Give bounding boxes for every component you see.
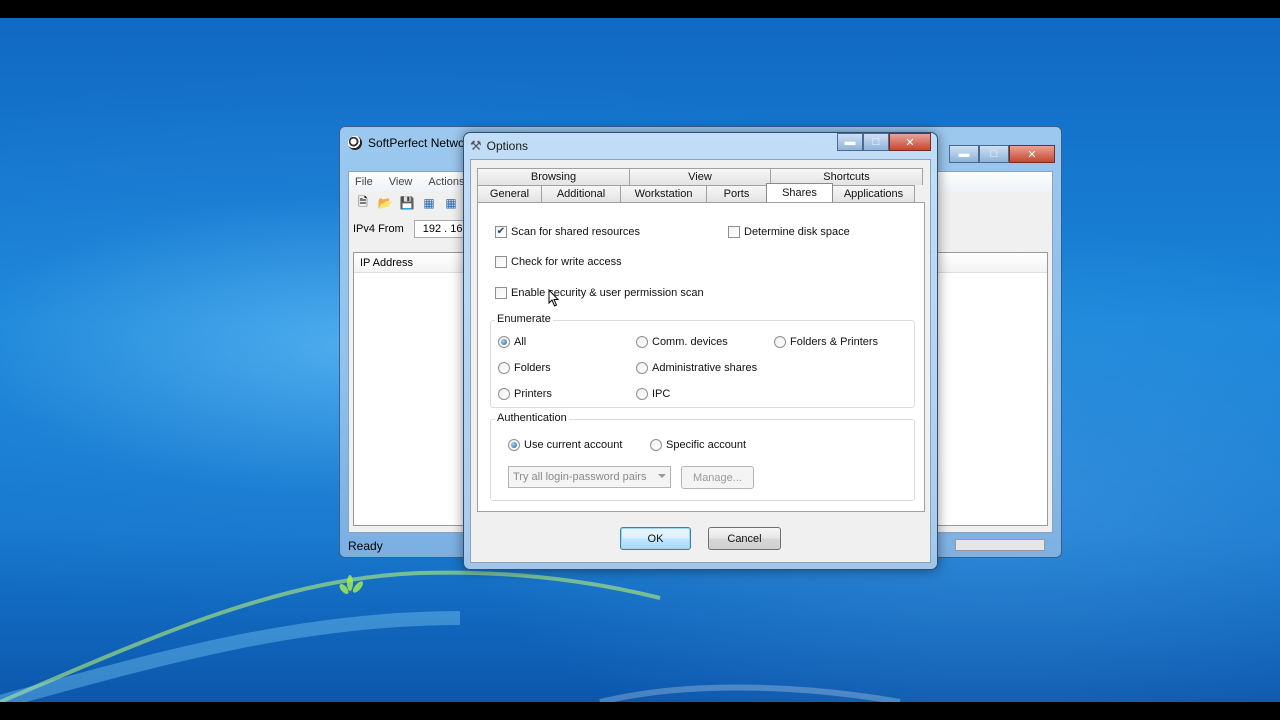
menu-file[interactable]: File bbox=[355, 176, 373, 188]
checkbox-checked-icon[interactable]: ✔ bbox=[495, 226, 507, 238]
radio-unselected-icon[interactable] bbox=[498, 388, 510, 400]
radio-folders-printers-label: Folders & Printers bbox=[790, 336, 879, 348]
login-password-combo[interactable]: Try all login-password pairs bbox=[508, 466, 671, 488]
options-caption-buttons: ▬ □ ✕ bbox=[837, 133, 931, 151]
shares-tab-panel: ✔ Scan for shared resources Determine di… bbox=[477, 202, 925, 512]
new-file-icon[interactable]: 🗎 bbox=[355, 195, 371, 211]
open-folder-icon[interactable]: 📂 bbox=[377, 195, 393, 211]
status-text: Ready bbox=[348, 539, 383, 553]
scan-shared-checkbox[interactable]: ✔ Scan for shared resources bbox=[495, 226, 640, 238]
radio-printers-label: Printers bbox=[514, 388, 552, 400]
ip-from-label: IPv4 From bbox=[353, 223, 404, 235]
radio-specific-account[interactable]: Specific account bbox=[650, 439, 746, 451]
tools-icon: ⚒ bbox=[470, 138, 482, 153]
tab-applications[interactable]: Applications bbox=[832, 185, 915, 202]
radio-unselected-icon[interactable] bbox=[498, 362, 510, 374]
close-icon[interactable]: ✕ bbox=[1009, 145, 1055, 163]
determine-disk-label: Determine disk space bbox=[744, 226, 850, 238]
bg-window-titlebar: SoftPerfect Networ bbox=[348, 133, 469, 153]
tab-shares[interactable]: Shares bbox=[766, 183, 833, 202]
tab-additional[interactable]: Additional bbox=[541, 185, 621, 202]
specific-account-label: Specific account bbox=[666, 439, 747, 451]
radio-folders-printers[interactable]: Folders & Printers bbox=[774, 336, 878, 348]
close-icon[interactable]: ✕ bbox=[889, 133, 931, 151]
save-icon[interactable]: 💾 bbox=[399, 195, 415, 211]
options-title: Options bbox=[486, 139, 529, 153]
tab-general[interactable]: General bbox=[477, 185, 542, 202]
maximize-icon[interactable]: □ bbox=[863, 133, 889, 151]
radio-use-current-account[interactable]: Use current account bbox=[508, 439, 622, 451]
bg-window-title: SoftPerfect Networ bbox=[368, 136, 469, 150]
authentication-legend: Authentication bbox=[495, 412, 569, 424]
radio-printers[interactable]: Printers bbox=[498, 388, 552, 400]
write-access-label: Check for write access bbox=[511, 256, 622, 268]
enumerate-group: Enumerate All Comm. devices Folders & Pr… bbox=[490, 313, 915, 408]
radio-comm-devices-label: Comm. devices bbox=[652, 336, 728, 348]
write-access-checkbox[interactable]: Check for write access bbox=[495, 256, 622, 268]
menu-actions[interactable]: Actions bbox=[428, 176, 464, 188]
checkbox-unchecked-icon[interactable] bbox=[495, 256, 507, 268]
mouse-cursor-icon bbox=[548, 289, 560, 307]
security-scan-checkbox[interactable]: Enable security & user permission scan bbox=[495, 287, 704, 299]
combo-value: Try all login-password pairs bbox=[513, 471, 647, 483]
status-progress bbox=[955, 539, 1045, 551]
options-titlebar: ⚒ Options bbox=[470, 135, 528, 157]
enumerate-legend: Enumerate bbox=[495, 313, 553, 325]
checkbox-unchecked-icon[interactable] bbox=[495, 287, 507, 299]
tab-workstation[interactable]: Workstation bbox=[620, 185, 707, 202]
use-current-account-label: Use current account bbox=[524, 439, 623, 451]
list-icon[interactable]: ▦ bbox=[421, 195, 437, 211]
radio-unselected-icon[interactable] bbox=[650, 439, 662, 451]
radio-unselected-icon[interactable] bbox=[636, 336, 648, 348]
tab-row-bottom: General Additional Workstation Ports Sha… bbox=[477, 183, 915, 202]
tab-view[interactable]: View bbox=[629, 168, 771, 185]
options-client-area: Browsing View Shortcuts General Addition… bbox=[470, 159, 931, 563]
radio-folders[interactable]: Folders bbox=[498, 362, 551, 374]
tab-ports[interactable]: Ports bbox=[706, 185, 767, 202]
radio-all[interactable]: All bbox=[498, 336, 526, 348]
radio-all-label: All bbox=[514, 336, 527, 348]
radio-unselected-icon[interactable] bbox=[774, 336, 786, 348]
menu-view[interactable]: View bbox=[389, 176, 413, 188]
radio-ipc[interactable]: IPC bbox=[636, 388, 670, 400]
chevron-down-icon bbox=[658, 474, 666, 478]
security-scan-label: Enable security & user permission scan bbox=[511, 287, 704, 299]
radio-admin-shares-label: Administrative shares bbox=[652, 362, 758, 374]
minimize-icon[interactable]: ▬ bbox=[837, 133, 863, 151]
list2-icon[interactable]: ▦ bbox=[443, 195, 459, 211]
minimize-icon[interactable]: ▬ bbox=[949, 145, 979, 163]
radio-ipc-label: IPC bbox=[652, 388, 671, 400]
app-ball-icon bbox=[348, 136, 362, 150]
determine-disk-checkbox[interactable]: Determine disk space bbox=[728, 226, 850, 238]
radio-selected-icon[interactable] bbox=[508, 439, 520, 451]
ok-button[interactable]: OK bbox=[620, 527, 691, 550]
radio-comm-devices[interactable]: Comm. devices bbox=[636, 336, 728, 348]
radio-unselected-icon[interactable] bbox=[636, 388, 648, 400]
manage-button[interactable]: Manage... bbox=[681, 466, 754, 489]
radio-unselected-icon[interactable] bbox=[636, 362, 648, 374]
authentication-group: Authentication Use current account Speci… bbox=[490, 412, 915, 501]
checkbox-unchecked-icon[interactable] bbox=[728, 226, 740, 238]
bg-window-caption-buttons: ▬ □ ✕ bbox=[949, 145, 1055, 163]
options-dialog[interactable]: ⚒ Options ▬ □ ✕ Browsing View Shortcuts … bbox=[463, 132, 938, 570]
tab-browsing[interactable]: Browsing bbox=[477, 168, 630, 185]
tab-row-top: Browsing View Shortcuts bbox=[477, 168, 923, 185]
maximize-icon[interactable]: □ bbox=[979, 145, 1009, 163]
scan-shared-label: Scan for shared resources bbox=[511, 226, 641, 238]
radio-selected-icon[interactable] bbox=[498, 336, 510, 348]
cancel-button[interactable]: Cancel bbox=[708, 527, 781, 550]
radio-admin-shares[interactable]: Administrative shares bbox=[636, 362, 757, 374]
radio-folders-label: Folders bbox=[514, 362, 551, 374]
